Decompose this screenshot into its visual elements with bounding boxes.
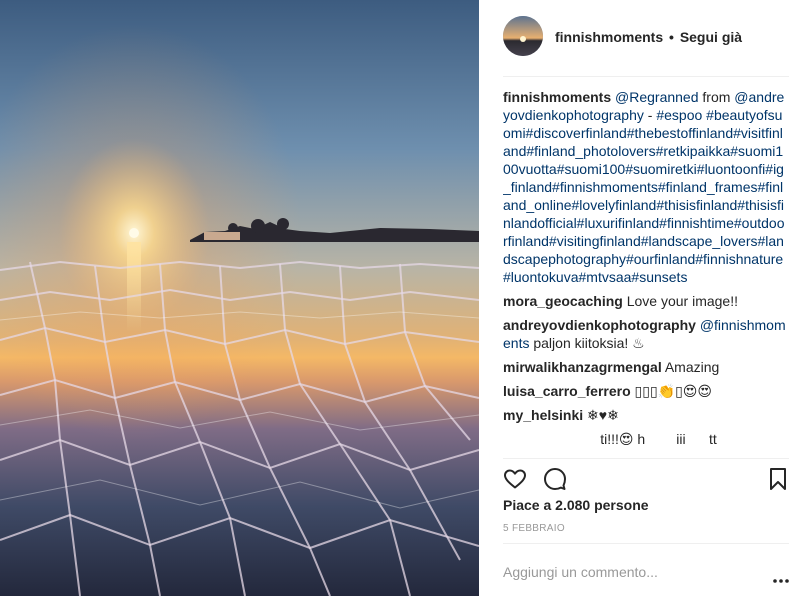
comment-item: luisa_carro_ferrero ▯▯▯👏▯😍😍 bbox=[503, 382, 789, 400]
username-link[interactable]: finnishmoments bbox=[555, 29, 663, 45]
post-photo bbox=[0, 0, 479, 596]
bookmark-icon[interactable] bbox=[767, 467, 789, 496]
comment-text: Love your image!! bbox=[622, 293, 738, 309]
comment-username[interactable]: finnishmoments bbox=[503, 89, 611, 105]
comment-text: ▯▯▯👏▯😍😍 bbox=[630, 383, 712, 399]
separator-dot: • bbox=[669, 29, 674, 45]
more-options-icon[interactable] bbox=[773, 570, 789, 588]
comment-item: ti!!!😍 h iii tt bbox=[503, 430, 789, 448]
comment-item: andreyovdienkophotography @finnishmoment… bbox=[503, 316, 789, 352]
comment-text: ti!!!😍 h iii tt bbox=[503, 431, 717, 447]
comment-username[interactable]: luisa_carro_ferrero bbox=[503, 383, 631, 399]
comment-input[interactable]: Aggiungi un commento... bbox=[503, 564, 658, 580]
header-text: finnishmoments • Segui già bbox=[555, 29, 742, 45]
comment-username[interactable]: mirwalikhanzagrmengal bbox=[503, 359, 662, 375]
comment-link[interactable]: #espoo #beautyofsuomi#discoverfinland#th… bbox=[503, 107, 785, 285]
avatar[interactable] bbox=[503, 16, 543, 56]
action-bar bbox=[503, 458, 789, 499]
comment-username[interactable]: andreyovdienkophotography bbox=[503, 317, 696, 333]
add-comment-area: Aggiungi un commento... bbox=[503, 543, 789, 597]
post-header: finnishmoments • Segui già bbox=[503, 16, 789, 77]
comment-username[interactable]: my_helsinki bbox=[503, 407, 583, 423]
comment-text: - bbox=[643, 107, 657, 123]
heart-icon[interactable] bbox=[503, 467, 527, 496]
post-date[interactable]: 5 febbraio bbox=[503, 523, 565, 534]
post-side-panel: finnishmoments • Segui già finnishmoment… bbox=[479, 0, 798, 596]
comment-item: finnishmoments @Regranned from @andreyov… bbox=[503, 88, 789, 286]
comment-text: paljon kiitoksia! ♨ bbox=[529, 335, 645, 351]
comment-username[interactable]: mora_geocaching bbox=[503, 293, 623, 309]
comments-list[interactable]: finnishmoments @Regranned from @andreyov… bbox=[503, 88, 789, 456]
comment-item: mirwalikhanzagrmengal Amazing bbox=[503, 358, 789, 376]
follow-status-button[interactable]: Segui già bbox=[680, 29, 742, 45]
comment-item: mora_geocaching Love your image!! bbox=[503, 292, 789, 310]
likes-count[interactable]: Piace a 2.080 persone bbox=[503, 497, 649, 513]
comment-text: from bbox=[698, 89, 735, 105]
comment-text: Amazing bbox=[661, 359, 720, 375]
comment-text: ❄♥❄ bbox=[583, 407, 619, 423]
comment-item: my_helsinki ❄♥❄ bbox=[503, 406, 789, 424]
comment-link[interactable]: @Regranned bbox=[615, 89, 699, 105]
comment-icon[interactable] bbox=[543, 467, 567, 496]
